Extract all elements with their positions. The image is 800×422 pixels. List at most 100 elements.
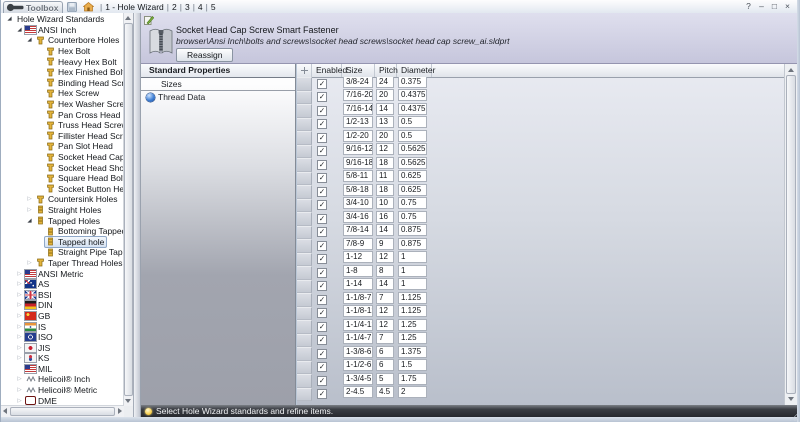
size-input[interactable]: 3/4-16 [343,211,373,223]
wizard-tab-2[interactable]: 2 [172,2,177,12]
size-input[interactable]: 1-1/8-7 [343,292,373,304]
pitch-input[interactable]: 10 [376,197,394,209]
size-input[interactable]: 1-1/4-7 [343,332,373,344]
size-input[interactable]: 1-1/8-12 [343,305,373,317]
size-input[interactable]: 5/8-18 [343,184,373,196]
tree-item-bottoming-tapped-hole[interactable]: Bottoming Tapped Hole [1,226,124,237]
expander-collapsed-icon[interactable]: ▷ [15,292,24,298]
diameter-input[interactable]: 0.5625 [398,157,427,169]
size-input[interactable]: 5/8-11 [343,170,373,182]
enabled-checkbox[interactable]: ✓ [317,254,327,264]
enabled-checkbox[interactable]: ✓ [317,146,327,156]
row-header-cell[interactable] [297,131,312,145]
enabled-checkbox[interactable]: ✓ [317,173,327,183]
expander-collapsed-icon[interactable]: ▷ [15,313,24,319]
row-header-cell[interactable] [297,118,312,132]
pitch-input[interactable]: 14 [376,278,394,290]
diameter-input[interactable]: 1.75 [398,373,427,385]
expander-expanded-icon[interactable]: ◢ [5,16,14,22]
pitch-input[interactable]: 7 [376,292,394,304]
wizard-tab-3[interactable]: 3 [185,2,190,12]
enabled-checkbox[interactable]: ✓ [317,187,327,197]
diameter-input[interactable]: 0.625 [398,170,427,182]
diameter-input[interactable]: 1 [398,251,427,263]
pitch-input[interactable]: 6 [376,359,394,371]
diameter-input[interactable]: 1.125 [398,305,427,317]
diameter-input[interactable]: 0.4375 [398,89,427,101]
pitch-input[interactable]: 20 [376,89,394,101]
size-input[interactable]: 1/2-20 [343,130,373,142]
row-header-cell[interactable] [297,158,312,172]
expander-collapsed-icon[interactable]: ▷ [15,345,24,351]
size-input[interactable]: 1-3/4-5 [343,373,373,385]
enabled-checkbox[interactable]: ✓ [317,200,327,210]
grid-corner-cell[interactable] [297,64,312,77]
diameter-input[interactable]: 2 [398,386,427,398]
enabled-checkbox[interactable]: ✓ [317,160,327,170]
size-input[interactable]: 1-1/2-6 [343,359,373,371]
pitch-input[interactable]: 12 [376,251,394,263]
pitch-input[interactable]: 5 [376,373,394,385]
enabled-checkbox[interactable]: ✓ [317,214,327,224]
tree-item-as[interactable]: ▷AS [1,279,124,290]
expander-collapsed-icon[interactable]: ▷ [15,355,24,361]
pitch-input[interactable]: 24 [376,77,394,88]
pitch-input[interactable]: 11 [376,170,394,182]
diameter-input[interactable]: 1 [398,278,427,290]
row-header-cell[interactable] [297,185,312,199]
enabled-checkbox[interactable]: ✓ [317,227,327,237]
tree-item-iso[interactable]: ▷ISO [1,332,124,343]
diameter-input[interactable]: 0.875 [398,224,427,236]
tree-item-din[interactable]: ▷DIN [1,300,124,311]
expander-collapsed-icon[interactable]: ▷ [25,260,34,266]
size-input[interactable]: 9/16-18 [343,157,373,169]
row-header-cell[interactable] [297,266,312,280]
diameter-input[interactable]: 1.25 [398,319,427,331]
size-input[interactable]: 7/8-9 [343,238,373,250]
diameter-input[interactable]: 1.25 [398,332,427,344]
size-input[interactable]: 7/16-20 [343,89,373,101]
wizard-tab-1-hole-wizard[interactable]: 1 - Hole Wizard [105,2,164,12]
pitch-input[interactable]: 9 [376,238,394,250]
home-icon[interactable] [83,2,94,12]
size-input[interactable]: 1-14 [343,278,373,290]
diameter-input[interactable]: 1 [398,265,427,277]
pitch-input[interactable]: 12 [376,305,394,317]
size-input[interactable]: 1-3/8-6 [343,346,373,358]
panel-splitter[interactable] [134,13,141,417]
expander-collapsed-icon[interactable]: ▷ [15,398,24,404]
enabled-checkbox[interactable]: ✓ [317,241,327,251]
column-header-diameter[interactable]: Diameter [397,64,432,77]
enabled-checkbox[interactable]: ✓ [317,119,327,129]
pitch-input[interactable]: 14 [376,103,394,115]
expander-collapsed-icon[interactable]: ▷ [15,376,24,382]
pitch-input[interactable]: 4.5 [376,386,394,398]
row-header-cell[interactable] [297,212,312,226]
row-header-cell[interactable] [297,199,312,213]
enabled-checkbox[interactable]: ✓ [317,92,327,102]
expander-expanded-icon[interactable]: ◢ [15,27,24,33]
size-input[interactable]: 7/8-14 [343,224,373,236]
row-header-cell[interactable] [297,361,312,375]
size-input[interactable]: 3/4-10 [343,197,373,209]
diameter-input[interactable]: 1.125 [398,292,427,304]
enabled-checkbox[interactable]: ✓ [317,335,327,345]
diameter-input[interactable]: 0.625 [398,184,427,196]
row-header-cell[interactable] [297,77,312,91]
pitch-input[interactable]: 6 [376,346,394,358]
help-button[interactable]: ? [743,1,754,11]
size-input[interactable]: 7/16-14 [343,103,373,115]
diameter-input[interactable]: 0.875 [398,238,427,250]
row-header-cell[interactable] [297,280,312,294]
enabled-checkbox[interactable]: ✓ [317,295,327,305]
enabled-checkbox[interactable]: ✓ [317,268,327,278]
pitch-input[interactable]: 8 [376,265,394,277]
pitch-input[interactable]: 12 [376,319,394,331]
row-header-cell[interactable] [297,253,312,267]
tree-item-bsi[interactable]: ▷BSI [1,289,124,300]
pitch-input[interactable]: 16 [376,211,394,223]
diameter-input[interactable]: 0.375 [398,77,427,88]
row-header-cell[interactable] [297,347,312,361]
wizard-tab-4[interactable]: 4 [198,2,203,12]
row-header-cell[interactable] [297,374,312,388]
